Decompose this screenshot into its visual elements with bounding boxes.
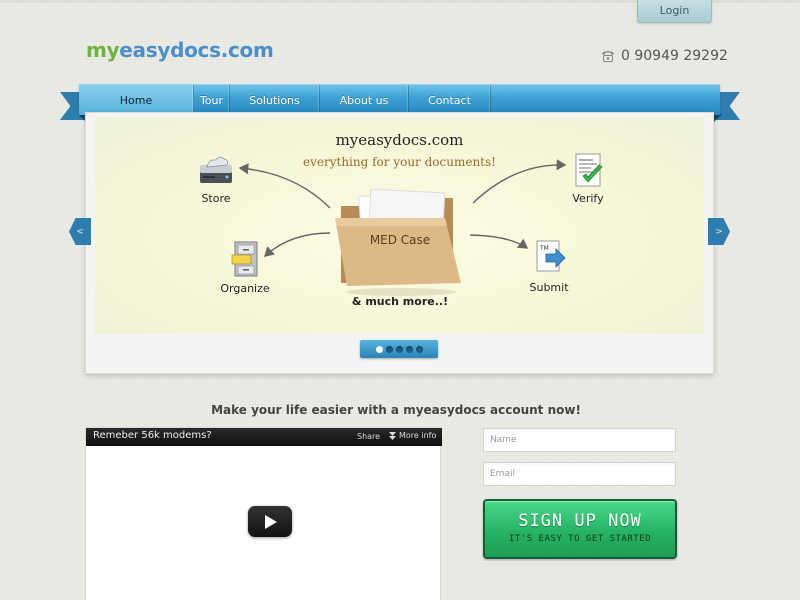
play-button[interactable] [248,506,292,537]
signup-label: SIGN UP NOW [518,511,642,531]
nav-tour[interactable]: Tour [194,85,230,115]
logo-rest: easydocs.com [119,38,274,62]
feature-store: Store [190,151,242,205]
nav-solutions[interactable]: Solutions [230,85,320,115]
nav-home[interactable]: Home [79,85,194,115]
slider-dot-5[interactable] [415,345,423,353]
feature-submit: TM Submit [525,238,573,294]
signup-tagline: Make your life easier with a myeasydocs … [211,403,581,417]
email-input[interactable] [483,462,676,486]
site-logo[interactable]: myeasydocs.com [86,38,274,62]
feature-store-label: Store [201,192,231,205]
phone-contact: 0 90949 29292 [601,48,728,64]
slider-dot-1[interactable] [375,345,383,353]
video-title[interactable]: Remeber 56k modems? [93,430,212,441]
svg-text:TM: TM [539,245,549,252]
feature-verify-label: Verify [572,192,604,205]
video-share-button[interactable]: Share [357,432,380,441]
video-player[interactable]: Remeber 56k modems? Share More info [85,427,442,600]
nav-about-us[interactable]: About us [320,85,409,115]
telephone-icon [602,51,614,62]
feature-submit-label: Submit [529,281,569,294]
med-case-folder: MED Case [333,188,467,302]
chevron-left-icon: < [76,226,84,237]
phone-number: 0 90949 29292 [621,48,728,64]
folder-label: MED Case [369,233,431,247]
slider-prev-button[interactable]: < [69,218,91,245]
play-icon [265,514,277,529]
slider-next-button[interactable]: > [708,218,730,245]
checked-document-icon [575,153,603,187]
name-input[interactable] [483,428,676,452]
chevron-right-icon: > [715,226,723,237]
feature-organize-label: Organize [220,282,270,295]
video-more-info-button[interactable]: More info [389,431,436,440]
slider-dot-3[interactable] [395,345,403,353]
slider-pagination [360,340,438,358]
submit-document-icon: TM [536,240,566,272]
main-nav: Home Tour Solutions About us Contact [79,84,720,115]
hard-drive-icon [200,156,232,183]
login-button[interactable]: Login [637,0,712,23]
slider-dot-4[interactable] [405,345,413,353]
more-info-label: More info [399,431,437,440]
signup-button[interactable]: SIGN UP NOW IT'S EASY TO GET STARTED [483,499,677,559]
feature-organize: Organize [217,239,273,295]
slide-feature-diagram: myeasydocs.com everything for your docum… [95,118,704,334]
much-more-label: & much more..! [351,295,449,308]
video-title-bar: Remeber 56k modems? Share More info [86,428,442,446]
feature-verify: Verify [562,151,614,205]
file-cabinet-icon [231,241,258,277]
nav-contact[interactable]: Contact [409,85,491,115]
logo-prefix: my [86,38,120,62]
more-info-icon [389,431,396,440]
slider-dot-2[interactable] [385,345,393,353]
signup-sublabel: IT'S EASY TO GET STARTED [508,534,652,544]
